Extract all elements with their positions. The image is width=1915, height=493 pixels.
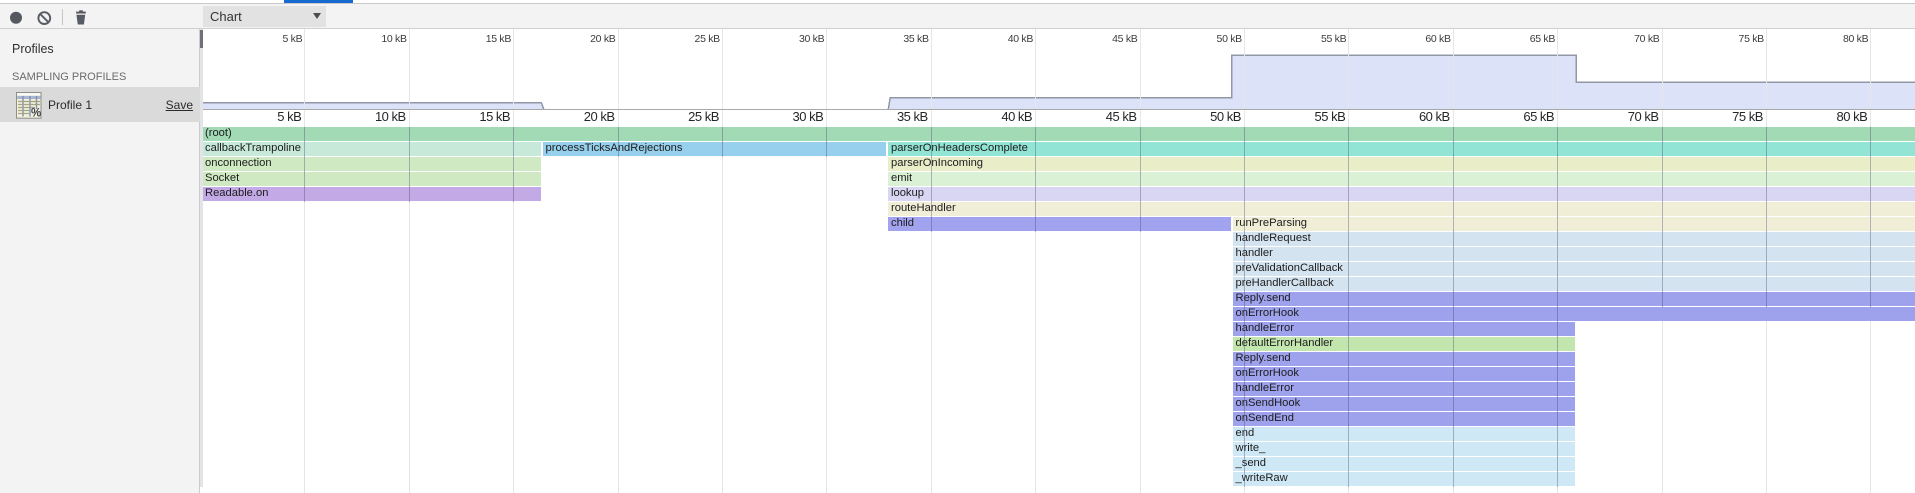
svg-text:%: % [31,108,41,120]
